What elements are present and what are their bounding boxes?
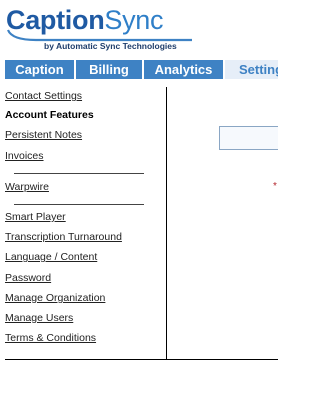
tab-settings[interactable]: Settings <box>225 60 278 79</box>
main-nav: Caption Billing Analytics Settings <box>0 60 278 79</box>
sidebar-item-password[interactable]: Password <box>5 272 51 285</box>
sidebar-item-smart-player[interactable]: Smart Player <box>5 211 66 224</box>
sidebar-divider <box>14 204 144 205</box>
sidebar-item-language-content[interactable]: Language / Content <box>5 251 97 264</box>
sidebar-item-terms-conditions[interactable]: Terms & Conditions <box>5 332 96 345</box>
sidebar-item-invoices[interactable]: Invoices <box>5 150 44 163</box>
sidebar-item-manage-users[interactable]: Manage Users <box>5 312 73 325</box>
settings-page: CaptionSync by Automatic Sync Technologi… <box>0 0 278 393</box>
sidebar-item-contact-settings[interactable]: Contact Settings <box>5 90 82 103</box>
tab-analytics[interactable]: Analytics <box>144 60 223 79</box>
logo-tagline: by Automatic Sync Technologies <box>44 41 177 51</box>
sidebar-item-account-features: Account Features <box>5 109 94 121</box>
settings-sidebar: Contact Settings Account Features Persis… <box>0 87 167 359</box>
sidebar-divider <box>14 173 144 174</box>
footer-divider <box>5 359 278 360</box>
tab-caption[interactable]: Caption <box>5 60 74 79</box>
sidebar-item-warpwire[interactable]: Warpwire <box>5 181 49 194</box>
sidebar-item-manage-organization[interactable]: Manage Organization <box>5 292 105 305</box>
sidebar-item-persistent-notes[interactable]: Persistent Notes <box>5 129 82 142</box>
required-asterisk: * <box>273 181 277 192</box>
captionsync-logo[interactable]: CaptionSync by Automatic Sync Technologi… <box>6 4 196 54</box>
content-input-box[interactable] <box>219 126 278 150</box>
sidebar-item-transcription-turnaround[interactable]: Transcription Turnaround <box>5 231 122 244</box>
tab-billing[interactable]: Billing <box>76 60 142 79</box>
